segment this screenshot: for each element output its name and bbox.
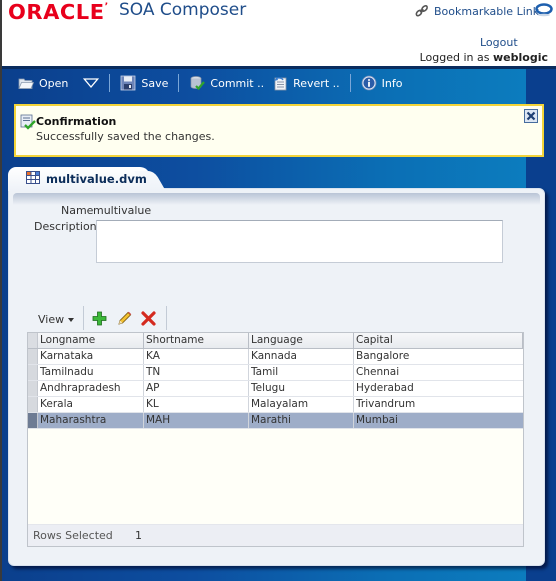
toolbar-separator: [349, 74, 351, 92]
logged-in-status: Logged in as weblogic: [420, 51, 548, 64]
delete-x-icon[interactable]: [141, 311, 156, 326]
open-dropdown-icon[interactable]: [83, 75, 100, 91]
tab-label: multivalue.dvm: [46, 172, 147, 186]
cell-language[interactable]: Malayalam: [249, 397, 354, 412]
info-icon: [361, 75, 377, 91]
column-header-capital[interactable]: Capital: [354, 333, 523, 348]
description-field[interactable]: [96, 220, 503, 263]
confirmation-title: Confirmation: [36, 115, 117, 128]
chevron-down-icon: [68, 317, 75, 322]
row-header[interactable]: [28, 349, 38, 364]
toolbar-top-band: [0, 66, 556, 69]
window-edge: [0, 0, 2, 581]
cell-shortname[interactable]: TN: [144, 365, 249, 380]
logged-in-prefix: Logged in as: [419, 51, 490, 64]
app-header: ORACLE’ SOA Composer Bookmarkable Link L…: [0, 0, 556, 66]
confirmation-check-icon: [20, 114, 36, 130]
tab-multivalue-dvm[interactable]: multivalue.dvm: [8, 167, 150, 191]
close-icon: [526, 111, 536, 121]
name-value: multivalue: [93, 204, 152, 217]
open-button[interactable]: Open: [14, 75, 103, 91]
table-toolbar-separator: [83, 306, 84, 330]
cell-capital[interactable]: Hyderabad: [354, 381, 523, 396]
toolbar-separator: [109, 74, 111, 92]
row-header[interactable]: [28, 413, 38, 428]
save-button[interactable]: Save: [116, 75, 172, 91]
logout-link[interactable]: Logout: [480, 36, 518, 49]
cell-shortname[interactable]: AP: [144, 381, 249, 396]
main-toolbar: Open Save Commit .. Revert .. Info: [14, 72, 406, 94]
brand-text: ORACLE: [8, 0, 105, 24]
bookmarkable-link-label: Bookmarkable Link: [434, 4, 540, 18]
chain-link-icon: [415, 5, 428, 17]
cell-longname[interactable]: Kerala: [38, 397, 144, 412]
cell-shortname[interactable]: MAH: [144, 413, 249, 428]
table-header-row: Longname Shortname Language Capital: [28, 333, 523, 349]
cell-longname[interactable]: Karnataka: [38, 349, 144, 364]
commit-database-check-icon: [191, 76, 206, 91]
info-label: Info: [381, 76, 403, 90]
cell-language[interactable]: Telugu: [249, 381, 354, 396]
cell-capital[interactable]: Chennai: [354, 365, 523, 380]
column-header-language[interactable]: Language: [249, 333, 354, 348]
table-grid-icon: [26, 171, 40, 184]
app-title: SOA Composer: [119, 0, 247, 20]
row-header[interactable]: [28, 397, 38, 412]
cell-longname[interactable]: Maharashtra: [38, 413, 144, 428]
commit-label: Commit ..: [210, 76, 265, 90]
table-row-selected[interactable]: Maharashtra MAH Marathi Mumbai: [28, 413, 523, 429]
table-row[interactable]: Andhrapradesh AP Telugu Hyderabad: [28, 381, 523, 397]
close-confirmation-button[interactable]: [524, 109, 538, 123]
toolbar-separator: [178, 74, 180, 92]
row-header-corner: [28, 333, 38, 348]
cell-language[interactable]: Kannada: [249, 349, 354, 364]
column-header-shortname[interactable]: Shortname: [144, 333, 249, 348]
confirmation-text: Successfully saved the changes.: [36, 130, 215, 143]
floppy-disk-icon: [120, 75, 136, 91]
oracle-logo: ORACLE’: [8, 0, 109, 24]
commit-button[interactable]: Commit ..: [185, 75, 268, 91]
info-button[interactable]: Info: [357, 75, 407, 91]
view-label: View: [38, 313, 65, 326]
cell-longname[interactable]: Andhrapradesh: [38, 381, 144, 396]
table-row[interactable]: Tamilnadu TN Tamil Chennai: [28, 365, 523, 381]
revert-label: Revert ..: [293, 76, 340, 90]
open-label: Open: [39, 76, 69, 90]
oracle-o-logo-icon: [535, 3, 553, 17]
cell-language[interactable]: Tamil: [249, 365, 354, 380]
username: weblogic: [493, 51, 548, 64]
folder-icon: [18, 78, 34, 89]
confirmation-message: Confirmation Successfully saved the chan…: [14, 104, 544, 157]
dvm-table: Longname Shortname Language Capital Karn…: [27, 332, 524, 547]
cell-shortname[interactable]: KA: [144, 349, 249, 364]
bookmarkable-link[interactable]: Bookmarkable Link: [414, 4, 539, 18]
rows-selected-count: 1: [135, 529, 142, 542]
row-header[interactable]: [28, 381, 38, 396]
table-row[interactable]: Kerala KL Malayalam Trivandrum: [28, 397, 523, 413]
table-toolbar-separator: [166, 306, 167, 330]
edit-pencil-icon[interactable]: [117, 311, 132, 326]
view-menu-button[interactable]: View: [38, 313, 75, 326]
description-label: Description: [34, 220, 97, 233]
table-row[interactable]: Karnataka KA Kannada Bangalore: [28, 349, 523, 365]
cell-shortname[interactable]: KL: [144, 397, 249, 412]
table-status-bar: Rows Selected 1: [28, 524, 523, 546]
add-row-plus-icon[interactable]: [92, 311, 107, 326]
save-label: Save: [141, 76, 169, 90]
revert-document-icon: [274, 77, 287, 91]
cell-capital[interactable]: Bangalore: [354, 349, 523, 364]
cell-capital[interactable]: Mumbai: [354, 413, 523, 428]
column-header-longname[interactable]: Longname: [38, 333, 144, 348]
row-header[interactable]: [28, 365, 38, 380]
cell-language[interactable]: Marathi: [249, 413, 354, 428]
name-label: Name: [61, 204, 94, 217]
cell-longname[interactable]: Tamilnadu: [38, 365, 144, 380]
revert-button[interactable]: Revert ..: [268, 75, 344, 91]
rows-selected-label: Rows Selected: [33, 529, 113, 542]
cell-capital[interactable]: Trivandrum: [354, 397, 523, 412]
